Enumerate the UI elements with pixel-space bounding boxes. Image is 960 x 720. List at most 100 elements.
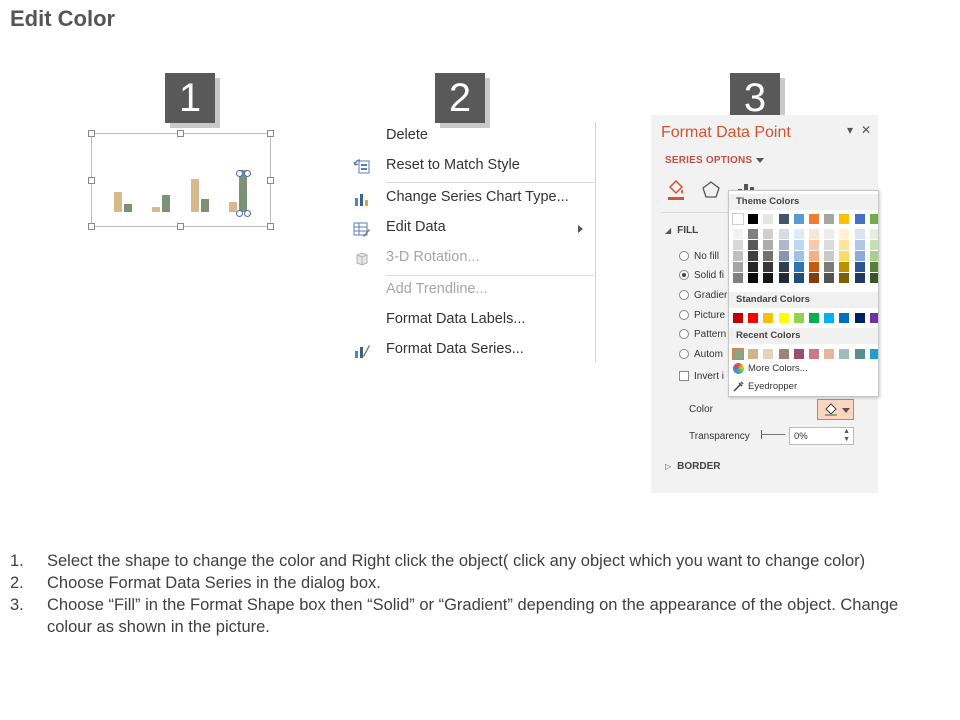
menu-item-reset-style[interactable]: Reset to Match Style: [348, 152, 594, 182]
standard-color-swatch[interactable]: [824, 313, 835, 323]
resize-handle[interactable]: [267, 130, 274, 137]
theme-shade-swatch[interactable]: [763, 251, 774, 261]
recent-color-swatch[interactable]: [748, 349, 759, 359]
radio-solid-fill[interactable]: Solid fi: [679, 270, 724, 281]
fill-color-button[interactable]: [817, 399, 854, 420]
theme-shade-swatch[interactable]: [869, 229, 878, 239]
close-icon[interactable]: ✕: [861, 123, 871, 137]
border-section-header[interactable]: ▷ BORDER: [665, 461, 721, 472]
theme-shade-swatch[interactable]: [748, 251, 759, 261]
theme-shade-swatch[interactable]: [824, 229, 835, 239]
resize-handle[interactable]: [88, 130, 95, 137]
recent-color-swatch[interactable]: [809, 349, 819, 359]
chart-bar[interactable]: [191, 179, 199, 212]
selection-handle[interactable]: [236, 210, 243, 217]
theme-shade-swatch[interactable]: [763, 273, 774, 283]
fill-line-tab-icon[interactable]: [665, 179, 687, 201]
radio-picture-fill[interactable]: Picture: [679, 310, 725, 321]
theme-shade-swatch[interactable]: [809, 240, 819, 250]
transparency-slider[interactable]: [761, 430, 785, 439]
resize-handle[interactable]: [88, 177, 95, 184]
theme-color-swatch[interactable]: [824, 214, 835, 224]
theme-shade-swatch[interactable]: [763, 262, 774, 272]
chart-bar[interactable]: [152, 207, 160, 212]
theme-shade-swatch[interactable]: [793, 273, 804, 283]
theme-shade-swatch[interactable]: [748, 262, 759, 272]
theme-color-swatch[interactable]: [839, 214, 850, 224]
eyedropper-option[interactable]: Eyedropper: [733, 381, 797, 392]
theme-shade-swatch[interactable]: [733, 240, 743, 250]
recent-color-swatch[interactable]: [763, 349, 774, 359]
radio-button[interactable]: [679, 329, 689, 340]
theme-shade-swatch[interactable]: [793, 240, 804, 250]
recent-color-swatch[interactable]: [869, 349, 878, 359]
theme-shade-swatch[interactable]: [839, 240, 850, 250]
series-options-dropdown[interactable]: SERIES OPTIONS: [665, 155, 765, 166]
menu-item-edit-data[interactable]: Edit Data: [348, 214, 594, 244]
menu-item-change-chart-type[interactable]: Change Series Chart Type...: [348, 184, 594, 214]
theme-shade-swatch[interactable]: [748, 240, 759, 250]
theme-color-swatch[interactable]: [793, 214, 804, 224]
resize-handle[interactable]: [177, 223, 184, 230]
theme-shade-swatch[interactable]: [733, 251, 743, 261]
menu-item-delete[interactable]: Delete: [348, 122, 594, 152]
theme-shade-swatch[interactable]: [793, 262, 804, 272]
resize-handle[interactable]: [267, 223, 274, 230]
fill-section-header[interactable]: ◢ FILL: [665, 225, 698, 236]
standard-color-swatch[interactable]: [748, 313, 759, 323]
recent-color-swatch[interactable]: [793, 349, 804, 359]
standard-color-swatch[interactable]: [793, 313, 804, 323]
theme-shade-swatch[interactable]: [748, 229, 759, 239]
theme-color-swatch[interactable]: [809, 214, 819, 224]
theme-shade-swatch[interactable]: [869, 240, 878, 250]
theme-shade-swatch[interactable]: [854, 262, 865, 272]
more-colors-option[interactable]: More Colors...: [733, 363, 808, 374]
chart-bar[interactable]: [114, 192, 122, 212]
recent-color-swatch[interactable]: [778, 349, 789, 359]
radio-button[interactable]: [679, 310, 689, 321]
theme-shade-swatch[interactable]: [809, 251, 819, 261]
radio-no-fill[interactable]: No fill: [679, 251, 719, 262]
theme-shade-swatch[interactable]: [839, 262, 850, 272]
invert-checkbox-row[interactable]: Invert i: [679, 371, 724, 382]
chart-bar[interactable]: [162, 195, 170, 212]
selection-handle[interactable]: [236, 170, 243, 177]
standard-color-swatch[interactable]: [763, 313, 774, 323]
standard-color-swatch[interactable]: [778, 313, 789, 323]
recent-color-swatch[interactable]: [854, 349, 865, 359]
standard-color-swatch[interactable]: [869, 313, 878, 323]
effects-tab-icon[interactable]: [700, 179, 722, 201]
radio-pattern-fill[interactable]: Pattern: [679, 329, 726, 340]
radio-button[interactable]: [679, 251, 689, 262]
menu-item-format-data-series[interactable]: Format Data Series...: [348, 336, 594, 366]
radio-button[interactable]: [679, 290, 689, 301]
theme-shade-swatch[interactable]: [763, 229, 774, 239]
theme-shade-swatch[interactable]: [778, 251, 789, 261]
theme-color-swatch[interactable]: [748, 214, 759, 224]
theme-shade-swatch[interactable]: [839, 273, 850, 283]
theme-shade-swatch[interactable]: [854, 251, 865, 261]
theme-shade-swatch[interactable]: [824, 262, 835, 272]
theme-color-swatch[interactable]: [854, 214, 865, 224]
theme-shade-swatch[interactable]: [824, 273, 835, 283]
selection-handle[interactable]: [244, 210, 251, 217]
theme-color-swatch[interactable]: [763, 214, 774, 224]
theme-shade-swatch[interactable]: [869, 273, 878, 283]
theme-shade-swatch[interactable]: [824, 240, 835, 250]
theme-shade-swatch[interactable]: [854, 273, 865, 283]
pane-options-icon[interactable]: ▾: [847, 123, 853, 137]
invert-checkbox[interactable]: [679, 371, 689, 382]
transparency-input[interactable]: 0% ▲ ▼: [789, 427, 854, 445]
recent-color-swatch[interactable]: [839, 349, 850, 359]
theme-shade-swatch[interactable]: [839, 251, 850, 261]
standard-color-swatch[interactable]: [854, 313, 865, 323]
theme-shade-swatch[interactable]: [809, 262, 819, 272]
theme-shade-swatch[interactable]: [869, 262, 878, 272]
chart-thumbnail[interactable]: [88, 130, 274, 230]
radio-automatic[interactable]: Autom: [679, 349, 723, 360]
spinner-icon[interactable]: ▲ ▼: [843, 428, 850, 444]
standard-color-swatch[interactable]: [733, 313, 743, 323]
theme-color-swatch[interactable]: [778, 214, 789, 224]
theme-shade-swatch[interactable]: [793, 251, 804, 261]
menu-item-add-trendline[interactable]: Add Trendline...: [348, 276, 594, 306]
